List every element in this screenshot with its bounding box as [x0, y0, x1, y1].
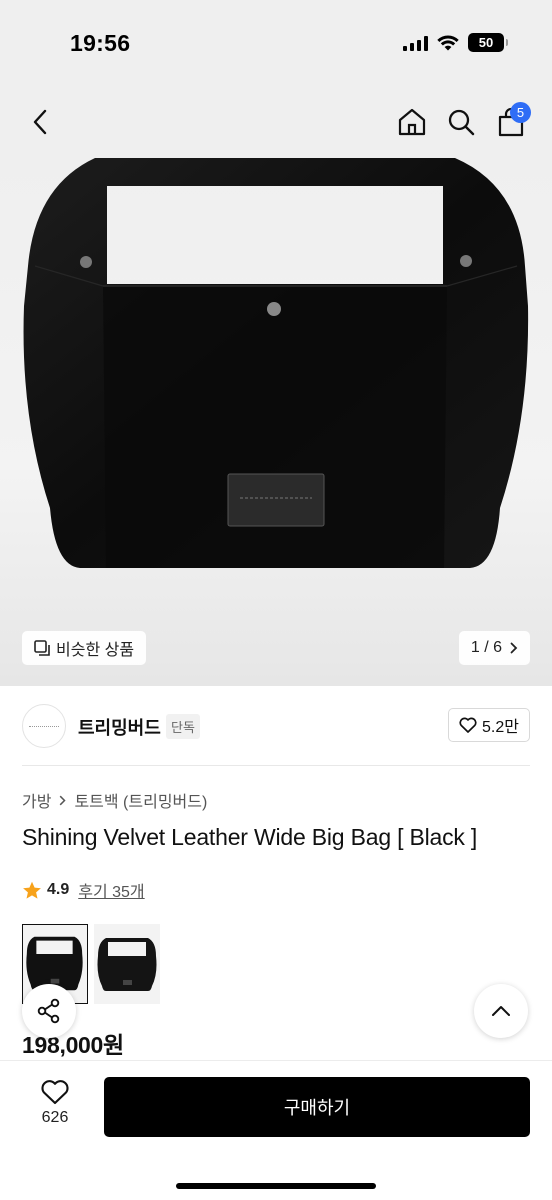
home-button[interactable] — [393, 102, 431, 142]
cellular-signal-icon — [402, 35, 428, 51]
top-navigation: 5 — [0, 88, 552, 156]
status-time: 19:56 — [70, 30, 131, 56]
breadcrumb-category[interactable]: 가방 — [22, 788, 51, 812]
search-button[interactable] — [443, 102, 479, 142]
color-option-thumbnail[interactable] — [94, 924, 160, 1004]
similar-products-label: 비슷한 상품 — [56, 642, 135, 659]
product-title: Shining Velvet Leather Wide Big Bag [ Bl… — [22, 824, 478, 850]
scroll-to-top-button[interactable] — [474, 984, 528, 1038]
thumbnail-image — [97, 938, 157, 991]
home-indicator — [176, 1183, 376, 1189]
brand-row[interactable]: 트리밍버드 단독 5.2만 — [0, 686, 552, 766]
breadcrumb-subcategory[interactable]: 토트백 (트리밍버드) — [74, 788, 207, 812]
product-like-button[interactable]: 626 — [22, 1079, 88, 1127]
similar-icon — [34, 640, 50, 656]
chevron-right-icon — [510, 642, 518, 654]
rating-value: 4.9 — [47, 881, 70, 898]
image-page-indicator[interactable]: 1 / 6 — [458, 631, 530, 665]
status-icons: 50 — [402, 33, 508, 52]
product-photo — [23, 158, 529, 568]
wifi-icon — [437, 34, 459, 50]
chevron-up-icon — [492, 1006, 510, 1016]
home-icon — [398, 108, 426, 136]
brand-logo[interactable] — [22, 704, 66, 748]
reviews-link[interactable]: 후기 35개 — [78, 878, 144, 902]
star-icon — [23, 881, 41, 899]
rating-row: 4.9 후기 35개 — [22, 878, 145, 902]
back-button[interactable] — [22, 102, 58, 142]
breadcrumb: 가방 토트백 (트리밍버드) — [22, 788, 207, 812]
heart-icon — [41, 1080, 69, 1105]
exclusive-badge: 단독 — [166, 714, 200, 739]
product-like-count: 626 — [41, 1109, 69, 1126]
heart-icon — [459, 717, 477, 733]
bottom-action-bar: 626 구매하기 — [0, 1060, 552, 1200]
product-image-gallery[interactable]: 비슷한 상품 1 / 6 — [0, 156, 552, 686]
similar-products-button[interactable]: 비슷한 상품 — [22, 631, 147, 665]
cart-count-badge: 5 — [510, 102, 531, 123]
battery-icon: 50 — [468, 33, 508, 52]
brand-like-count: 5.2만 — [482, 719, 519, 736]
share-icon — [37, 998, 60, 1024]
battery-level-text: 50 — [478, 35, 494, 50]
share-button[interactable] — [22, 984, 76, 1038]
search-icon — [448, 109, 475, 136]
chevron-left-icon — [33, 109, 47, 135]
chevron-right-icon — [60, 795, 67, 805]
brand-like-button[interactable]: 5.2만 — [448, 708, 530, 742]
page-indicator-text: 1 / 6 — [470, 639, 502, 656]
cart-button[interactable]: 5 — [493, 102, 531, 142]
status-bar: 19:56 50 — [0, 0, 552, 88]
brand-name[interactable]: 트리밍버드 — [78, 714, 161, 740]
buy-button[interactable]: 구매하기 — [104, 1077, 530, 1137]
divider — [22, 765, 530, 766]
